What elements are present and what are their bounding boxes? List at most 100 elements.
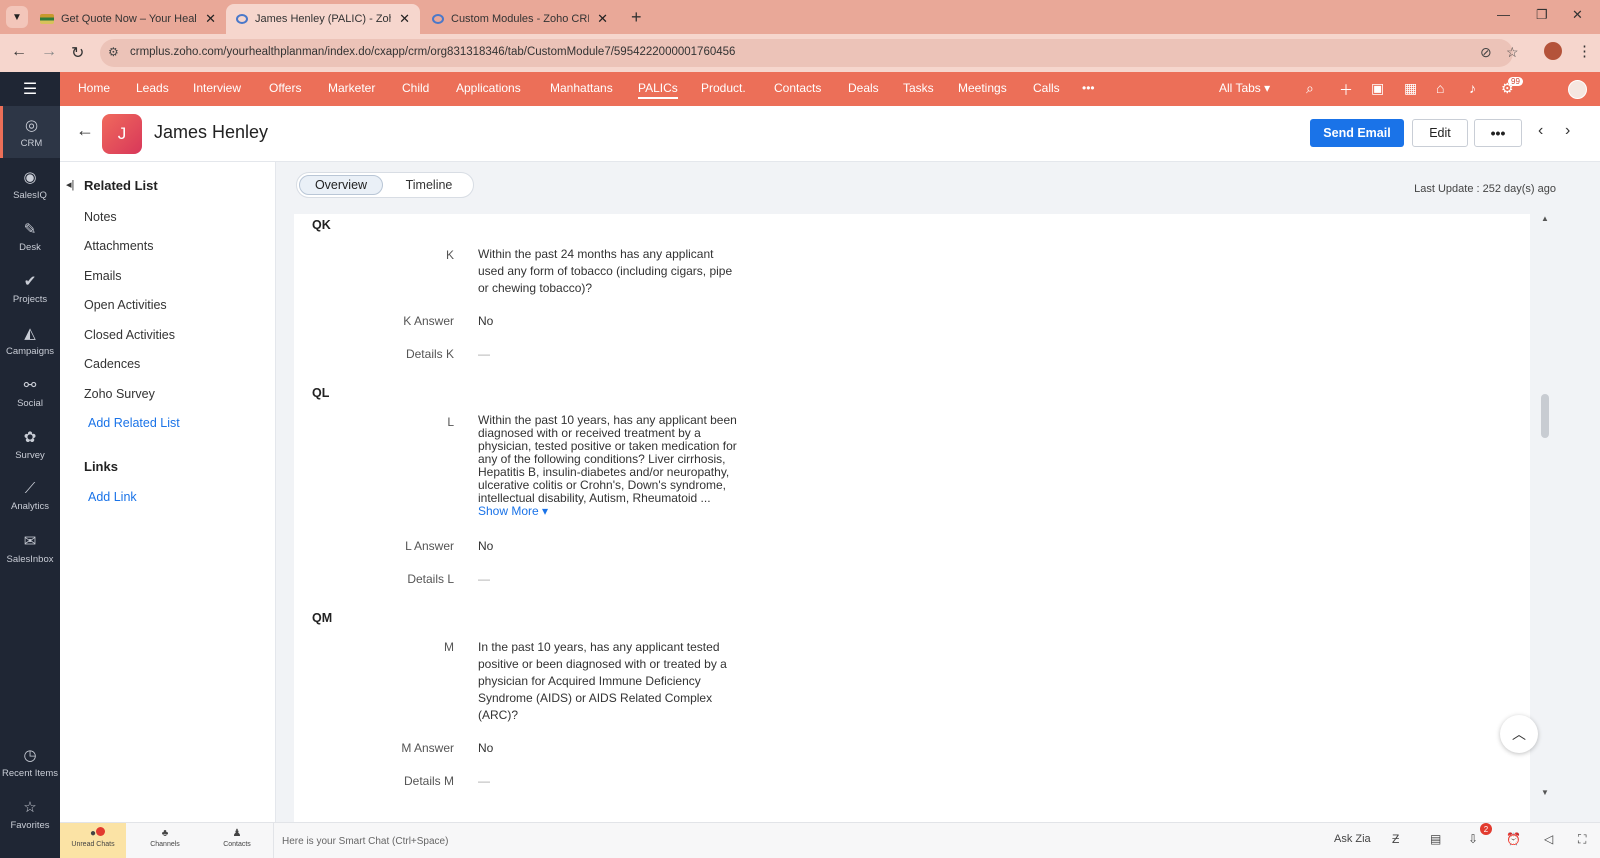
channels-button[interactable]: ♣ Channels: [132, 828, 198, 848]
rail-item-crm[interactable]: ◎ CRM: [0, 106, 60, 158]
edit-button[interactable]: Edit: [1412, 119, 1468, 147]
related-item-cadences[interactable]: Cadences: [84, 357, 140, 371]
rail-item-social[interactable]: ⚯ Social: [0, 366, 60, 418]
nav-interview[interactable]: Interview: [193, 81, 241, 95]
profile-avatar[interactable]: [1544, 42, 1562, 60]
site-info-icon[interactable]: ⚙: [108, 45, 119, 59]
collapse-icon[interactable]: ◂|: [66, 178, 74, 191]
more-actions-button[interactable]: •••: [1474, 119, 1522, 147]
nav-more[interactable]: •••: [1082, 81, 1095, 95]
rail-item-salesiq[interactable]: ◉ SalesIQ: [0, 158, 60, 210]
send-email-button[interactable]: Send Email: [1310, 119, 1404, 147]
rail-item-projects[interactable]: ✔ Projects: [0, 262, 60, 314]
app-rail: ☰ ◎ CRM ◉ SalesIQ ✎ Desk ✔ Projects ◭ Ca…: [0, 72, 60, 858]
restore-button[interactable]: ❐: [1536, 7, 1548, 23]
nav-all-tabs[interactable]: All Tabs ▾: [1219, 81, 1270, 95]
nav-meetings[interactable]: Meetings: [958, 81, 1007, 95]
related-item-zoho-survey[interactable]: Zoho Survey: [84, 387, 155, 401]
show-more-link[interactable]: Show More ▾: [478, 504, 548, 518]
section-title-qm: QM: [312, 611, 333, 625]
close-icon[interactable]: ✕: [205, 11, 216, 27]
search-icon[interactable]: ⌕: [1306, 80, 1314, 97]
last-update-text: Last Update : 252 day(s) ago: [1414, 183, 1556, 195]
unread-badge: [96, 827, 105, 836]
nav-applications[interactable]: Applications: [456, 81, 521, 95]
nav-home[interactable]: Home: [78, 81, 110, 95]
tab-timeline[interactable]: Timeline: [389, 175, 469, 195]
module-nav: Home Leads Interview Offers Marketer Chi…: [60, 72, 1600, 106]
nav-palics[interactable]: PALICs: [638, 81, 678, 99]
forward-button[interactable]: →: [41, 43, 57, 61]
related-item-notes[interactable]: Notes: [84, 210, 117, 224]
bookmark-star-icon[interactable]: ☆: [1506, 44, 1519, 61]
rail-label: CRM: [20, 137, 43, 149]
announce-icon[interactable]: ◁: [1544, 832, 1553, 846]
record-name: James Henley: [154, 122, 269, 142]
browser-menu-icon[interactable]: ⋮: [1577, 42, 1592, 60]
hamburger-menu-icon[interactable]: ☰: [0, 72, 60, 106]
nav-marketer[interactable]: Marketer: [328, 81, 375, 95]
zoho-favicon-icon: [236, 14, 248, 24]
expand-icon[interactable]: ⛶: [1578, 832, 1586, 847]
window-close-button[interactable]: ✕: [1572, 7, 1583, 23]
scroll-down-arrow-icon[interactable]: ▼: [1541, 788, 1549, 797]
bell-icon[interactable]: ♪: [1469, 80, 1476, 96]
next-record-icon[interactable]: ›: [1565, 122, 1570, 140]
browser-tab-james-henley[interactable]: James Henley (PALIC) - Zoho CR ✕: [226, 4, 420, 34]
nav-child[interactable]: Child: [402, 81, 429, 95]
smart-chat-input[interactable]: Here is your Smart Chat (Ctrl+Space): [273, 823, 1293, 858]
rail-item-survey[interactable]: ✿ Survey: [0, 418, 60, 470]
browser-tab-custom-modules[interactable]: Custom Modules - Zoho CRM ✕: [422, 4, 618, 34]
scroll-thumb[interactable]: [1541, 394, 1549, 438]
desk-icon: ✎: [23, 220, 37, 238]
minimize-button[interactable]: —: [1497, 7, 1510, 22]
calendar-icon[interactable]: ▦: [1404, 80, 1417, 97]
back-button[interactable]: ←: [11, 43, 27, 61]
rail-item-recent[interactable]: ◷ Recent Items: [0, 736, 60, 788]
ask-zia-button[interactable]: Ask Zia: [1334, 833, 1371, 845]
alarm-icon[interactable]: ⏰: [1506, 832, 1521, 846]
new-tab-button[interactable]: +: [631, 7, 642, 28]
rail-item-desk[interactable]: ✎ Desk: [0, 210, 60, 262]
contacts-button[interactable]: ♟ Contacts: [204, 828, 270, 848]
nav-tasks[interactable]: Tasks: [903, 81, 934, 95]
add-link[interactable]: Add Link: [88, 490, 137, 504]
download-icon[interactable]: ⇩: [1468, 832, 1478, 846]
nav-calls[interactable]: Calls: [1033, 81, 1060, 95]
related-item-emails[interactable]: Emails: [84, 269, 122, 283]
rail-item-favorites[interactable]: ☆ Favorites: [0, 788, 60, 840]
nav-contacts[interactable]: Contacts: [774, 81, 821, 95]
rail-item-salesinbox[interactable]: ✉ SalesInbox: [0, 522, 60, 574]
user-avatar[interactable]: [1568, 80, 1587, 99]
related-item-closed-activities[interactable]: Closed Activities: [84, 328, 175, 342]
previous-record-icon[interactable]: ‹: [1538, 122, 1543, 140]
plus-icon[interactable]: ＋: [1339, 80, 1353, 100]
zia-icon[interactable]: Ƶ: [1392, 832, 1399, 846]
nav-leads[interactable]: Leads: [136, 81, 169, 95]
rail-item-analytics[interactable]: ⟋ Analytics: [0, 470, 60, 522]
nav-manhattans[interactable]: Manhattans: [550, 81, 613, 95]
scrollbar[interactable]: ▲ ▼: [1538, 214, 1552, 810]
scroll-up-arrow-icon[interactable]: ▲: [1541, 214, 1549, 223]
close-icon[interactable]: ✕: [399, 11, 410, 27]
tab-overview[interactable]: Overview: [299, 175, 383, 195]
rail-item-campaigns[interactable]: ◭ Campaigns: [0, 314, 60, 366]
nav-deals[interactable]: Deals: [848, 81, 879, 95]
back-arrow-icon[interactable]: ←: [76, 120, 94, 141]
url-input[interactable]: ⚙ crmplus.zoho.com/yourhealthplanman/ind…: [100, 39, 1519, 67]
activity-icon[interactable]: ▣: [1371, 80, 1384, 97]
scroll-to-top-button[interactable]: ︿: [1500, 715, 1538, 753]
reload-button[interactable]: ↻: [71, 43, 84, 63]
tab-search-button[interactable]: ▼: [6, 6, 28, 28]
close-icon[interactable]: ✕: [597, 11, 608, 27]
browser-tab-quote[interactable]: Get Quote Now – Your Health P ✕: [30, 4, 226, 34]
add-related-list-link[interactable]: Add Related List: [88, 416, 180, 430]
nav-offers[interactable]: Offers: [269, 81, 301, 95]
related-item-open-activities[interactable]: Open Activities: [84, 298, 167, 312]
related-item-attachments[interactable]: Attachments: [84, 239, 153, 253]
notes-icon[interactable]: ▤: [1430, 832, 1441, 846]
hide-icon[interactable]: ⊘: [1480, 44, 1492, 61]
nav-product[interactable]: Product.: [701, 81, 746, 95]
marketplace-icon[interactable]: ⌂: [1436, 80, 1444, 96]
unread-chats-button[interactable]: ● Unread Chats: [60, 828, 126, 848]
